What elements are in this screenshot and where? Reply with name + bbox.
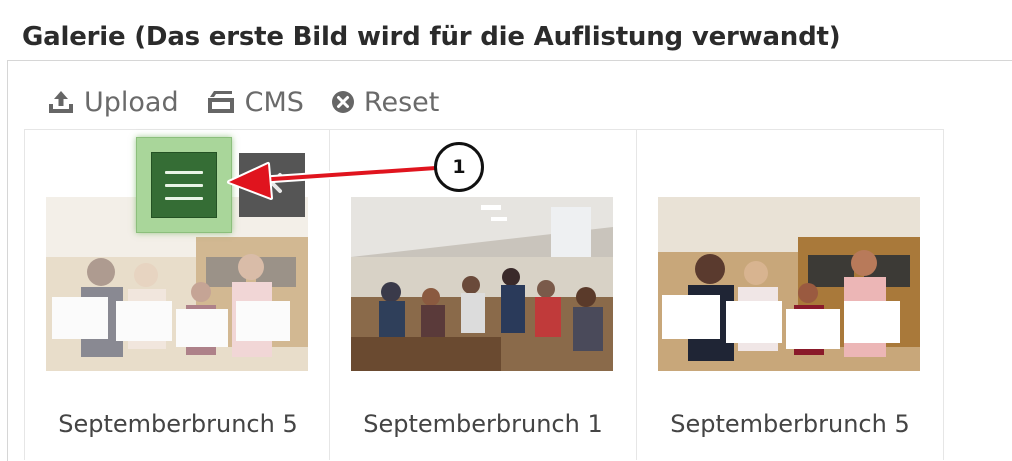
remove-image-button[interactable] [239, 153, 305, 217]
gallery-thumbnail [351, 197, 613, 371]
gallery-thumbnail [658, 197, 920, 371]
reset-icon [330, 89, 356, 115]
drag-menu-button[interactable] [136, 137, 232, 233]
gallery-item[interactable]: Septemberbrunch 5 [636, 129, 944, 460]
upload-button[interactable]: Upload [46, 87, 179, 118]
remove-icon [259, 170, 285, 200]
gallery-item[interactable]: Septemberbrunch 1 [329, 129, 637, 460]
gallery-caption: Septemberbrunch 5 [58, 410, 298, 438]
gallery-caption: Septemberbrunch 5 [670, 410, 910, 438]
cms-label: CMS [244, 86, 304, 118]
annotation-marker: 1 [434, 142, 484, 192]
reset-button[interactable]: Reset [330, 87, 439, 118]
drag-menu-icon [151, 152, 217, 218]
gallery-caption: Septemberbrunch 1 [363, 410, 603, 438]
gallery-toolbar: Upload CMS Reset [46, 84, 439, 120]
reset-label: Reset [363, 86, 440, 118]
upload-label: Upload [84, 86, 179, 118]
upload-icon [46, 89, 76, 115]
cms-icon [205, 89, 237, 115]
cms-button[interactable]: CMS [205, 87, 304, 118]
gallery-title: Galerie (Das erste Bild wird für die Auf… [22, 22, 841, 52]
